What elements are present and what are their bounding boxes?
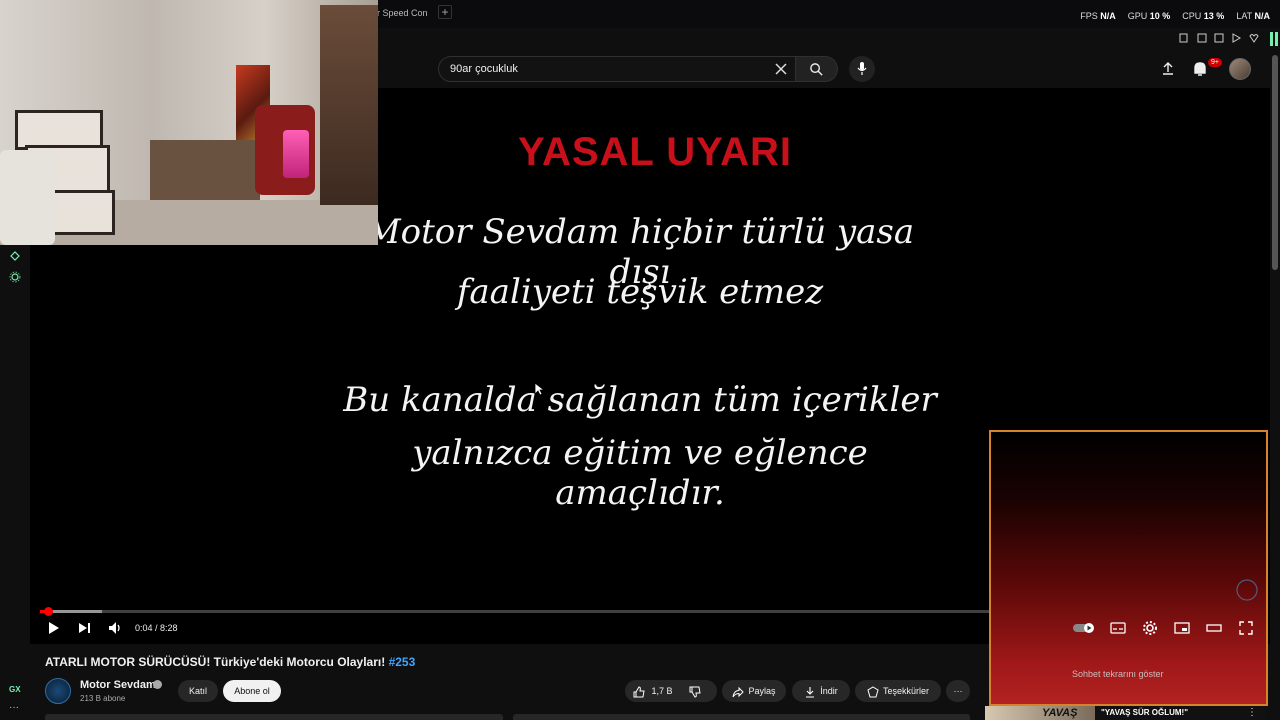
play-icon[interactable] — [45, 620, 61, 636]
legal-warning-line: faaliyeti teşvik etmez — [456, 272, 824, 312]
subscribe-button[interactable]: Abone ol — [223, 680, 281, 702]
description-card[interactable] — [45, 714, 503, 720]
theater-mode-icon[interactable] — [1206, 620, 1222, 636]
legal-warning-line: yalnızca eğitim ve eğlence amaçlıdır. — [412, 433, 868, 513]
autoplay-toggle-icon[interactable] — [1072, 620, 1096, 636]
legal-warning-title: YASAL UYARI — [517, 130, 793, 174]
close-icon[interactable] — [773, 61, 789, 77]
join-button[interactable]: Katıl — [178, 680, 218, 702]
youtube-header: 90ar çocukluk 9+ — [378, 50, 1280, 88]
thanks-button[interactable]: Teşekkürler — [855, 680, 941, 702]
screen: er Speed Con + FPS N/A GPU 10 % CPU 13 %… — [0, 0, 1280, 720]
banner-title: "YAVAŞ SÜR OĞLUM!" — [1101, 708, 1188, 717]
download-label: İndir — [820, 686, 838, 696]
gx-metrics: FPS N/A GPU 10 % CPU 13 % LAT N/A — [1080, 11, 1270, 21]
browser-tab[interactable]: er Speed Con — [372, 4, 434, 22]
thanks-label: Teşekkürler — [882, 686, 929, 696]
gear-icon[interactable] — [9, 271, 21, 283]
webcam-overlay — [0, 0, 378, 245]
gx-corner-icon[interactable] — [9, 250, 21, 262]
share-icon — [732, 686, 745, 697]
miniplayer-icon[interactable] — [1174, 620, 1190, 636]
banner-thumbnail — [985, 706, 1095, 720]
page-scrollbar[interactable] — [1272, 55, 1278, 270]
next-icon[interactable] — [76, 620, 92, 636]
download-icon — [806, 686, 815, 698]
new-tab-button[interactable]: + — [438, 5, 452, 19]
microphone-icon — [857, 62, 867, 75]
share-button[interactable]: Paylaş — [722, 680, 786, 702]
channel-name[interactable]: Motor Sevdam — [80, 679, 156, 691]
thumbs-up-icon[interactable] — [633, 686, 645, 698]
chat-replay-panel — [989, 430, 1268, 706]
gpu-metric: GPU 10 % — [1127, 11, 1171, 21]
browser-extensions — [1268, 28, 1280, 48]
search-text: 90ar çocukluk — [450, 63, 518, 75]
player-right-controls — [1070, 620, 1260, 638]
notification-badge: 9+ — [1208, 58, 1222, 67]
progress-scrubber[interactable] — [44, 607, 53, 616]
subscriber-count: 213 B abone — [80, 694, 126, 703]
channel-watermark-icon[interactable] — [1235, 578, 1259, 604]
video-title-text: ATARLI MOTOR SÜRÜCÜSÜ! Türkiye'deki Moto… — [45, 655, 386, 669]
mouse-cursor-icon — [534, 382, 544, 396]
like-dislike-group: 1,7 B — [625, 680, 717, 702]
fps-metric: FPS N/A — [1080, 11, 1116, 21]
search-input[interactable]: 90ar çocukluk — [438, 56, 796, 82]
fullscreen-icon[interactable] — [1238, 620, 1254, 636]
accent-bar — [1270, 32, 1273, 46]
share-label: Paylaş — [748, 686, 776, 696]
gx-label[interactable]: GX — [9, 685, 21, 694]
channel-avatar[interactable] — [45, 678, 71, 704]
search-icon — [810, 63, 823, 76]
like-count[interactable]: 1,7 B — [652, 686, 673, 696]
extension-icons[interactable] — [1178, 32, 1268, 44]
picture-frame — [15, 110, 103, 150]
settings-gear-icon[interactable] — [1142, 620, 1158, 636]
sidebar-more-icon[interactable]: ··· — [9, 702, 19, 713]
hashtag-link[interactable]: #253 — [389, 655, 416, 669]
subtitles-icon[interactable] — [1110, 620, 1126, 636]
account-avatar[interactable] — [1229, 58, 1251, 80]
video-title: ATARLI MOTOR SÜRÜCÜSÜ! Türkiye'deki Moto… — [45, 655, 415, 669]
armchair — [0, 150, 55, 245]
comment-card[interactable] — [513, 714, 970, 720]
show-chat-replay-button[interactable]: Sohbet tekrarını göster — [1072, 669, 1164, 679]
volume-icon[interactable] — [107, 620, 123, 636]
super-thanks-icon — [867, 686, 879, 698]
verified-badge-icon — [153, 680, 162, 689]
video-time: 0:04 / 8:28 — [135, 623, 178, 633]
more-actions-button[interactable]: ··· — [946, 680, 970, 702]
banner-brand: YAVAŞ — [1042, 707, 1078, 719]
upload-icon[interactable] — [1159, 60, 1177, 78]
voice-search-button[interactable] — [849, 56, 875, 82]
legal-warning-line: Bu kanalda sağlanan tüm içerikler — [343, 380, 937, 420]
progress-bar[interactable] — [40, 610, 1000, 613]
thumbs-down-icon[interactable] — [689, 686, 701, 698]
lat-metric: LAT N/A — [1236, 11, 1270, 21]
search-button[interactable] — [796, 56, 838, 82]
browser-sidebar: GX ··· — [0, 245, 30, 720]
pink-lamp — [283, 130, 309, 178]
bookshelf — [320, 5, 378, 205]
download-button[interactable]: İndir — [792, 680, 850, 702]
notifications-icon[interactable] — [1191, 60, 1209, 78]
desk — [150, 140, 260, 200]
banner-more-icon[interactable]: ⋮ — [1247, 707, 1257, 718]
accent-bar — [1275, 32, 1278, 46]
cpu-metric: CPU 13 % — [1182, 11, 1225, 21]
recommended-banner[interactable]: YAVAŞ "YAVAŞ SÜR OĞLUM!" ⋮ — [985, 706, 1265, 720]
